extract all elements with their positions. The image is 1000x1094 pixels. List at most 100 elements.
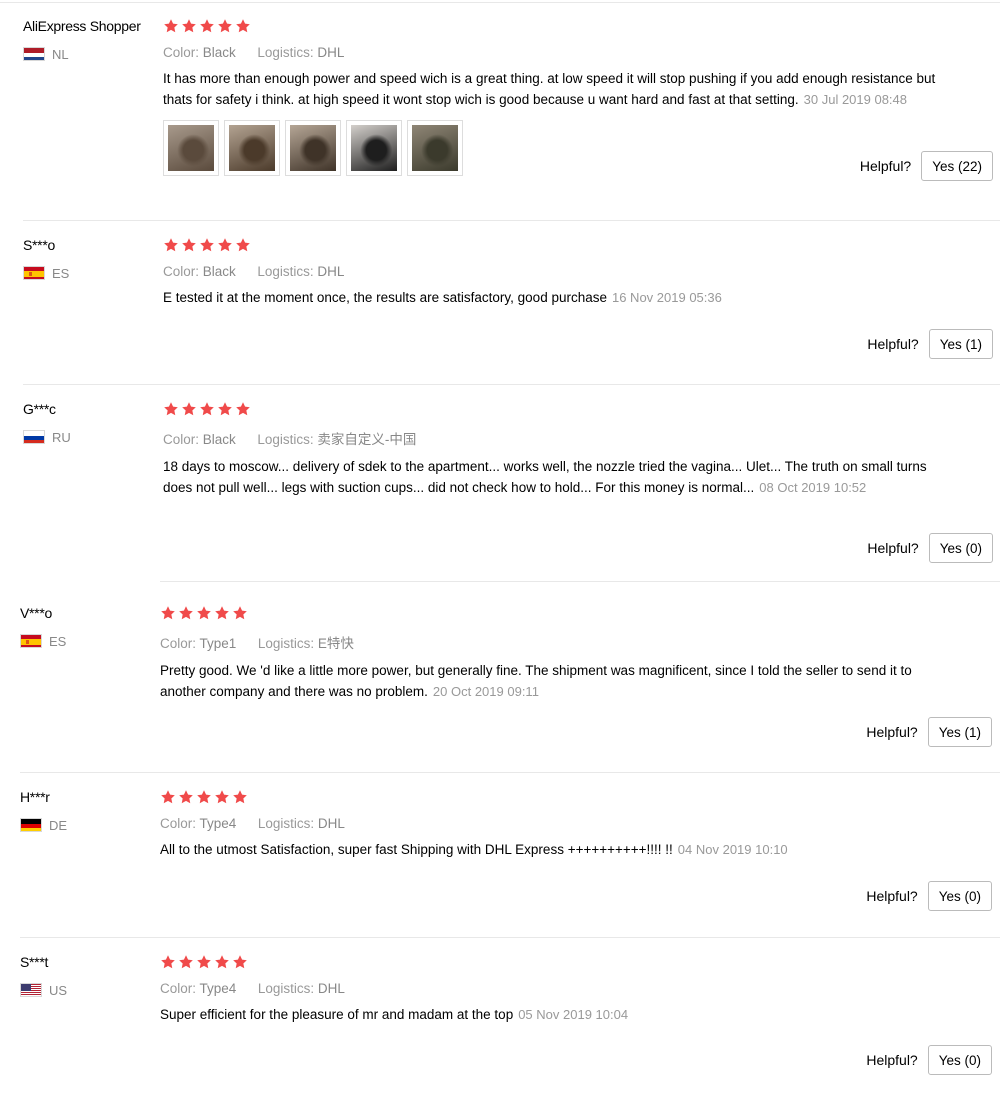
review-date: 30 Jul 2019 08:48 [803, 91, 908, 107]
review-text-block: 18 days to moscow... delivery of sdek to… [163, 457, 943, 498]
review-photos [163, 120, 943, 176]
star-icon [163, 18, 179, 34]
star-icon [214, 605, 230, 621]
helpful-label: Helpful? [867, 336, 919, 352]
color-label: Color: [160, 636, 197, 651]
logistics-label: Logistics: [257, 264, 314, 279]
review-text-block: All to the utmost Satisfaction, super fa… [160, 840, 940, 861]
reviewer-country: DE [20, 817, 68, 833]
star-icon [217, 401, 233, 417]
country-flag-icon [23, 47, 45, 61]
review-attributes: Color: Black Logistics: 卖家自定义-中国 [163, 428, 943, 448]
logistics-value: DHL [317, 816, 345, 831]
reviewer-name: G***c [23, 401, 56, 417]
review-date: 04 Nov 2019 10:10 [677, 842, 788, 857]
helpful-yes-button[interactable]: Yes (1) [927, 717, 992, 747]
review-attributes: Color: Type4 Logistics: DHL [160, 816, 940, 831]
country-flag-icon [20, 634, 42, 648]
star-icon [163, 401, 179, 417]
review-text: E tested it at the moment once, the resu… [163, 290, 607, 305]
helpful-yes-button[interactable]: Yes (1) [928, 329, 993, 359]
star-icon [214, 789, 230, 805]
helpful-yes-button[interactable]: Yes (0) [927, 1045, 992, 1075]
star-icon [199, 401, 215, 417]
color-value: Black [202, 432, 236, 447]
photo-3 [290, 125, 336, 171]
country-flag-icon [23, 266, 45, 280]
helpful-label: Helpful? [867, 540, 919, 556]
review-text-block: E tested it at the moment once, the resu… [163, 288, 943, 309]
review-photo-thumbnail[interactable] [224, 120, 280, 176]
color-value: Black [202, 264, 236, 279]
helpful-section: Helpful? Yes (22) [860, 151, 993, 181]
star-rating [163, 237, 943, 255]
country-code: US [49, 982, 68, 998]
review-divider [20, 937, 1000, 938]
review-divider [160, 581, 1000, 582]
star-icon [178, 954, 194, 970]
reviewer-name: H***r [20, 789, 50, 805]
color-value: Type4 [199, 816, 237, 831]
logistics-label: Logistics: [257, 981, 315, 996]
reviewer-name: S***o [23, 237, 55, 253]
star-icon [178, 605, 194, 621]
photo-5 [412, 125, 458, 171]
review-photo-thumbnail[interactable] [407, 120, 463, 176]
color-label: Color: [163, 432, 200, 447]
star-icon [199, 237, 215, 253]
review-photo-thumbnail[interactable] [346, 120, 402, 176]
star-rating [160, 954, 940, 972]
star-icon [232, 605, 248, 621]
review-photo-thumbnail[interactable] [285, 120, 341, 176]
helpful-section: Helpful? Yes (0) [866, 1045, 992, 1075]
star-rating [163, 18, 943, 36]
helpful-yes-button[interactable]: Yes (0) [928, 533, 993, 563]
review-date: 05 Nov 2019 10:04 [518, 1007, 629, 1022]
logistics-value: DHL [317, 264, 345, 279]
star-rating [163, 401, 943, 419]
reviewer-country: NL [23, 46, 69, 62]
star-icon [160, 605, 176, 621]
review-attributes: Color: Black Logistics: DHL [163, 45, 943, 60]
star-icon [160, 954, 176, 970]
helpful-section: Helpful? Yes (1) [867, 329, 993, 359]
top-divider [0, 2, 1000, 3]
star-icon [232, 954, 248, 970]
star-icon [199, 18, 215, 34]
reviewer-country: ES [20, 634, 66, 649]
color-label: Color: [160, 816, 197, 831]
country-code: DE [49, 817, 68, 833]
star-icon [178, 789, 194, 805]
helpful-yes-button[interactable]: Yes (0) [927, 881, 992, 911]
reviewer-country: ES [23, 265, 70, 281]
country-code: ES [52, 265, 70, 281]
star-icon [214, 954, 230, 970]
logistics-label: Logistics: [257, 45, 314, 60]
photo-2 [229, 125, 275, 171]
star-icon [160, 789, 176, 805]
review-text: Super efficient for the pleasure of mr a… [160, 1007, 514, 1022]
review-attributes: Color: Type4 Logistics: DHL [160, 981, 940, 996]
review-text-block: Super efficient for the pleasure of mr a… [160, 1005, 940, 1026]
star-rating [160, 605, 940, 623]
country-flag-icon [20, 983, 42, 997]
star-icon [196, 605, 212, 621]
helpful-yes-button[interactable]: Yes (22) [921, 151, 993, 181]
review-photo-thumbnail[interactable] [163, 120, 219, 176]
reviewer-country: US [20, 982, 68, 998]
logistics-value: 卖家自定义-中国 [317, 432, 417, 447]
country-code: NL [52, 46, 69, 62]
star-icon [235, 237, 251, 253]
helpful-label: Helpful? [866, 888, 918, 904]
country-flag-icon [23, 430, 45, 444]
star-icon [235, 18, 251, 34]
reviewer-name: V***o [20, 605, 52, 621]
photo-1 [168, 125, 214, 171]
review-divider [23, 220, 1000, 221]
star-icon [181, 18, 197, 34]
review-text-block: It has more than enough power and speed … [163, 69, 943, 110]
helpful-section: Helpful? Yes (0) [867, 533, 993, 563]
color-value: Black [202, 45, 236, 60]
helpful-label: Helpful? [866, 1052, 918, 1068]
helpful-section: Helpful? Yes (0) [866, 881, 992, 911]
